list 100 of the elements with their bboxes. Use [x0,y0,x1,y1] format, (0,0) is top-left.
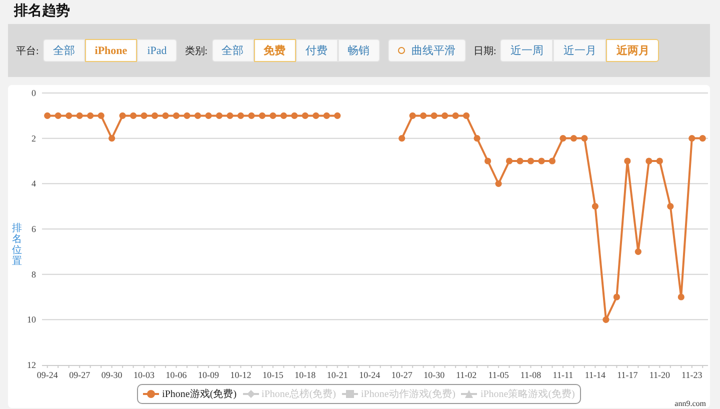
data-point [646,158,652,164]
data-point [323,112,330,119]
filter-button[interactable]: 免费 [254,39,296,62]
data-point [602,316,610,323]
data-point [66,112,72,119]
axis-label: 11-20 [649,370,670,379]
legend-marker-icon [461,390,478,398]
axis-label: 11-02 [456,370,477,379]
axis-label: 10-30 [424,370,445,379]
filter-label: 日期: [474,44,496,58]
filter-button[interactable]: 畅销 [338,39,380,62]
smooth-toggle[interactable]: 曲线平滑 [388,39,466,62]
axis-label: 10-27 [391,370,412,379]
axis-label: 11-17 [617,370,638,379]
data-point [548,158,556,164]
axis-label: 0 [32,88,36,98]
legend-item[interactable]: iPhone游戏(免费) [143,387,237,401]
data-point [312,112,320,119]
data-point [76,112,83,119]
data-point [258,112,266,119]
axis-label: 09-27 [69,370,90,379]
axis-label: 10-24 [359,370,380,379]
data-point [538,158,545,164]
data-point [291,112,298,119]
data-point [184,112,190,119]
data-point [280,112,287,119]
data-point [98,112,104,119]
data-point [205,112,212,119]
legend-marker-icon [143,390,160,398]
data-point [420,112,427,119]
data-point [463,112,470,119]
data-point [334,112,341,119]
data-point [506,158,513,164]
data-point [194,112,202,119]
filter-button[interactable]: iPhone [84,39,138,62]
data-point [699,135,706,142]
filter-button[interactable]: 全部 [42,39,85,62]
axis-label: 09-30 [101,370,122,379]
data-point [570,135,578,142]
axis-label: 10-06 [166,370,187,379]
data-point [87,112,94,119]
data-point [688,135,696,142]
axis-label: 11-14 [584,370,606,379]
data-point [656,158,663,164]
legend-marker-icon [342,390,358,398]
filter-button[interactable]: iPad [137,39,177,62]
axis-label: 11-23 [682,370,702,379]
data-point [592,203,598,210]
data-point [248,112,255,119]
axis-label: 8 [32,269,36,280]
axis-label: 10-18 [294,370,316,379]
data-point [44,112,51,119]
axis-label: 11-08 [520,370,542,379]
data-point [398,135,406,142]
data-point [527,158,534,164]
data-point [560,135,566,142]
credit-text: ann9.com [674,399,707,408]
axis-label: 11-05 [488,370,509,379]
data-point [430,112,438,119]
axis-label: 10-12 [230,370,252,379]
axis-label: 10-15 [262,370,284,379]
data-point [581,135,588,142]
data-point [442,112,448,119]
data-point [130,112,137,119]
filter-label: 类别: [184,44,208,58]
data-point [270,112,276,119]
data-point [678,294,684,300]
data-point [226,112,234,119]
data-point [474,135,480,142]
axis-label: 12 [27,360,36,370]
data-point [54,112,62,119]
axis-label: 10 [27,314,36,325]
axis-label: 11-11 [552,370,574,379]
filter-button[interactable]: 近一月 [553,39,606,62]
data-point [119,112,126,119]
data-point [152,112,158,119]
data-point [484,158,492,164]
axis-label: 4 [32,178,36,189]
axis-label: 10-09 [198,370,219,379]
filter-button[interactable]: 付费 [296,39,338,62]
data-point [452,112,459,119]
data-point [140,112,148,119]
axis-label: 2 [32,133,36,144]
axis-label: 09-24 [36,370,58,379]
data-point [613,294,620,300]
data-point [495,180,502,187]
data-point [162,112,169,119]
axis-label: 10-21 [326,370,348,379]
data-point [302,112,308,119]
data-point [409,112,416,119]
filter-button[interactable]: 近一周 [500,39,554,62]
filter-button[interactable]: 全部 [212,39,254,62]
legend-marker-icon [242,390,259,398]
panel-title: 排名趋势 [12,2,71,20]
filter-button[interactable]: 近两月 [606,39,660,62]
data-point [516,158,524,164]
data-point [108,135,116,142]
data-point [172,112,180,119]
data-point [634,248,642,255]
axis-label: 6 [32,224,36,234]
